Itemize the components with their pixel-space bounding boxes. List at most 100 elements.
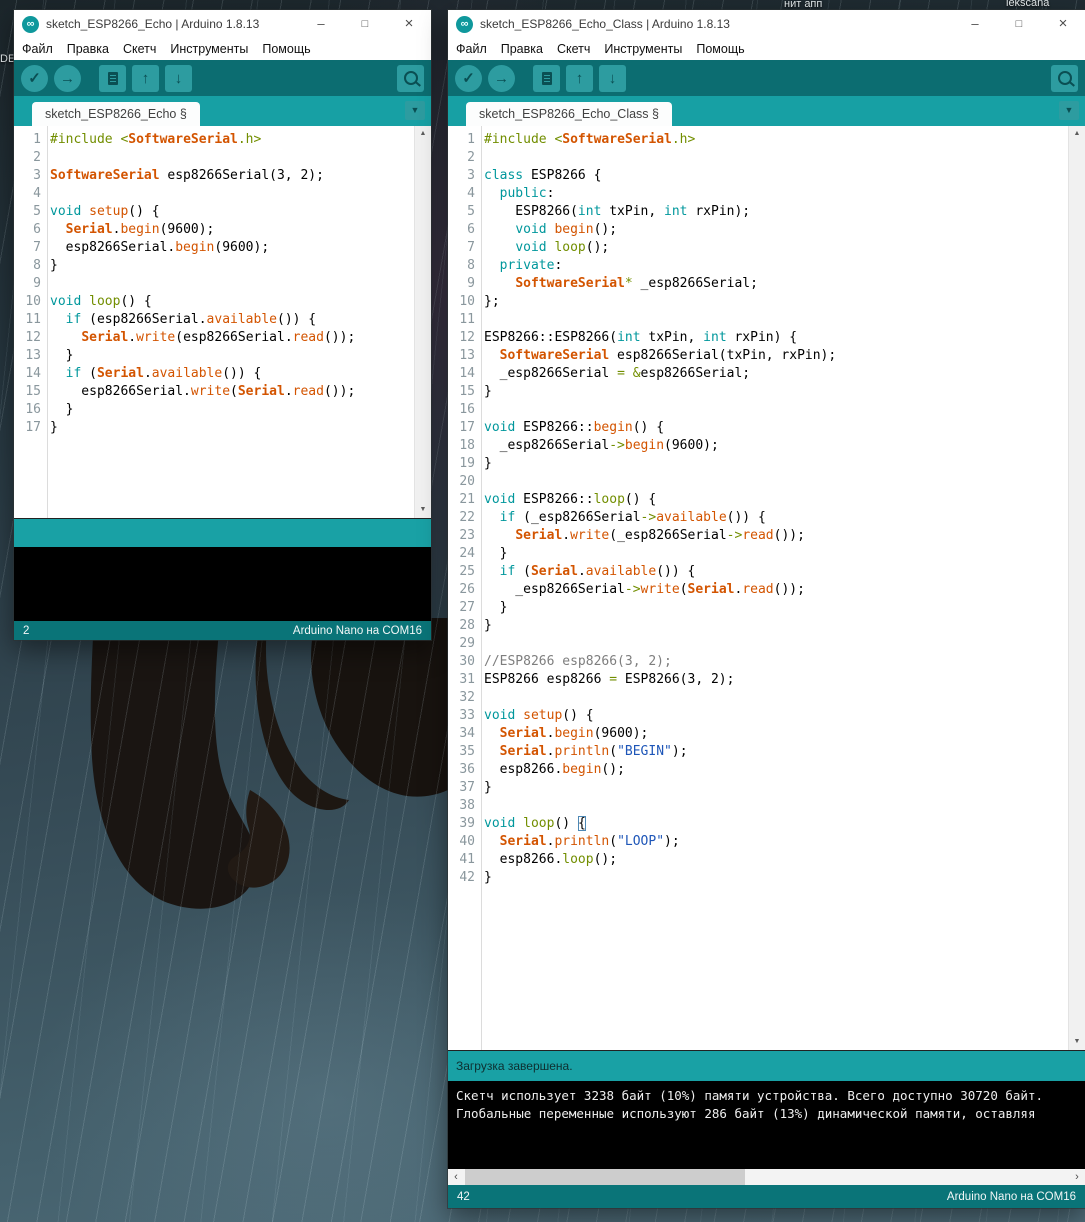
scroll-left-arrow[interactable]: ‹ [448,1169,464,1185]
scroll-right-arrow[interactable]: › [1069,1169,1085,1185]
desktop-icon-label[interactable]: DE [0,53,15,65]
line-number: 3 [467,168,475,183]
code-line: 19} [448,455,1069,473]
maximize-button[interactable]: □ [343,10,387,38]
status-bar: 42 Arduino Nano на COM16 [448,1185,1085,1208]
code-editor[interactable]: 1 #include <SoftwareSerial.h> 2 3 class ESP8… [448,126,1085,1050]
code-line: 4 [14,185,415,203]
open-button[interactable]: ↑ [566,64,593,92]
minimize-button[interactable]: – [953,10,997,38]
serial-monitor-button[interactable] [1051,64,1078,92]
code-line: 22 if (_esp8266Serial->available()) { [448,509,1069,527]
minimize-button[interactable]: – [299,10,343,38]
upload-button[interactable]: → [54,64,81,92]
close-button[interactable]: × [387,10,431,38]
titlebar[interactable]: ∞ sketch_ESP8266_Echo | Arduino 1.8.13 –… [14,10,431,38]
code-line: 21 void ESP8266::loop() { [448,491,1069,509]
code-line: 9 [14,275,415,293]
code-line: 37} [448,779,1069,797]
save-button[interactable]: ↓ [599,64,626,92]
code-line: 40 Serial.println("LOOP"); [448,833,1069,851]
console-horizontal-scrollbar[interactable]: ‹ › [448,1169,1085,1185]
verify-button[interactable]: ✓ [455,64,482,92]
open-button[interactable]: ↑ [132,64,159,92]
code-line: 4 public: [448,185,1069,203]
code-line: 2 [14,149,415,167]
tab-menu-button[interactable]: ▼ [1059,101,1079,120]
line-number: 16 [25,402,41,417]
current-line-indicator: 2 [23,624,30,637]
document-icon [541,71,552,85]
code-line: 23 Serial.write(_esp8266Serial->read()); [448,527,1069,545]
menu-item[interactable]: Правка [501,42,543,56]
code-line: 7 esp8266Serial.begin(9600); [14,239,415,257]
menu-item[interactable]: Помощь [262,42,310,56]
line-number: 15 [459,384,475,399]
desktop-icon-label[interactable]: lekscana [1006,0,1049,9]
sketch-tab[interactable]: sketch_ESP8266_Echo § [32,102,200,126]
maximize-button[interactable]: □ [997,10,1041,38]
code-line: 11 [448,311,1069,329]
code-line: 38 [448,797,1069,815]
editor-vertical-scrollbar[interactable]: ▲ ▼ [1068,126,1085,1050]
build-console [14,547,431,621]
line-number: 17 [25,420,41,435]
line-number: 7 [467,240,475,255]
sketch-tab[interactable]: sketch_ESP8266_Echo_Class § [466,102,672,126]
scroll-down-arrow[interactable]: ▼ [415,503,431,517]
line-number: 3 [33,168,41,183]
code-line: 14 _esp8266Serial = &esp8266Serial; [448,365,1069,383]
desktop-icon-label[interactable]: нит апп [784,0,822,10]
scrollbar-thumb[interactable] [465,1169,745,1185]
titlebar[interactable]: ∞ sketch_ESP8266_Echo_Class | Arduino 1.… [448,10,1085,38]
menu-item[interactable]: Помощь [696,42,744,56]
menu-item[interactable]: Файл [456,42,487,56]
scroll-up-arrow[interactable]: ▲ [1069,127,1085,141]
line-number: 14 [459,366,475,381]
code-line: 13 SoftwareSerial esp8266Serial(txPin, r… [448,347,1069,365]
scroll-up-arrow[interactable]: ▲ [415,127,431,141]
close-button[interactable]: × [1041,10,1085,38]
serial-monitor-button[interactable] [397,64,424,92]
code-line: 5 void setup() { [14,203,415,221]
line-number: 2 [33,150,41,165]
code-editor[interactable]: 1 #include <SoftwareSerial.h> 2 3 SoftwareSe… [14,126,431,518]
scroll-down-arrow[interactable]: ▼ [1069,1035,1085,1049]
menu-item[interactable]: Правка [67,42,109,56]
upload-button[interactable]: → [488,64,515,92]
code-line: 3 class ESP8266 { [448,167,1069,185]
code-line: 7 void loop(); [448,239,1069,257]
code-line: 18 _esp8266Serial->begin(9600); [448,437,1069,455]
code-line: 29 [448,635,1069,653]
code-area: 1 #include <SoftwareSerial.h> 2 3 class ESP8… [448,131,1069,887]
code-line: 26 _esp8266Serial->write(Serial.read()); [448,581,1069,599]
menu-item[interactable]: Инструменты [604,42,682,56]
verify-button[interactable]: ✓ [21,64,48,92]
line-number: 35 [459,744,475,759]
line-number: 39 [459,816,475,831]
menu-bar: Файл Правка Скетч Инструменты Помощь [448,38,1085,60]
menu-item[interactable]: Скетч [123,42,156,56]
line-number: 11 [459,312,475,327]
new-sketch-button[interactable] [99,64,126,92]
save-button[interactable]: ↓ [165,64,192,92]
line-number: 6 [33,222,41,237]
menu-item[interactable]: Инструменты [170,42,248,56]
line-number: 25 [459,564,475,579]
menu-item[interactable]: Файл [22,42,53,56]
code-line: 2 [448,149,1069,167]
magnifier-icon [1057,71,1072,85]
code-line: 13 } [14,347,415,365]
code-line: 8} [14,257,415,275]
new-sketch-button[interactable] [533,64,560,92]
code-line: 3 SoftwareSerial esp8266Serial(3, 2); [14,167,415,185]
menu-item[interactable]: Скетч [557,42,590,56]
editor-vertical-scrollbar[interactable]: ▲ ▼ [414,126,431,518]
code-line: 8 private: [448,257,1069,275]
tab-menu-button[interactable]: ▼ [405,101,425,120]
line-number: 38 [459,798,475,813]
line-number: 13 [459,348,475,363]
line-number: 34 [459,726,475,741]
line-number: 1 [467,132,475,147]
line-number: 17 [459,420,475,435]
